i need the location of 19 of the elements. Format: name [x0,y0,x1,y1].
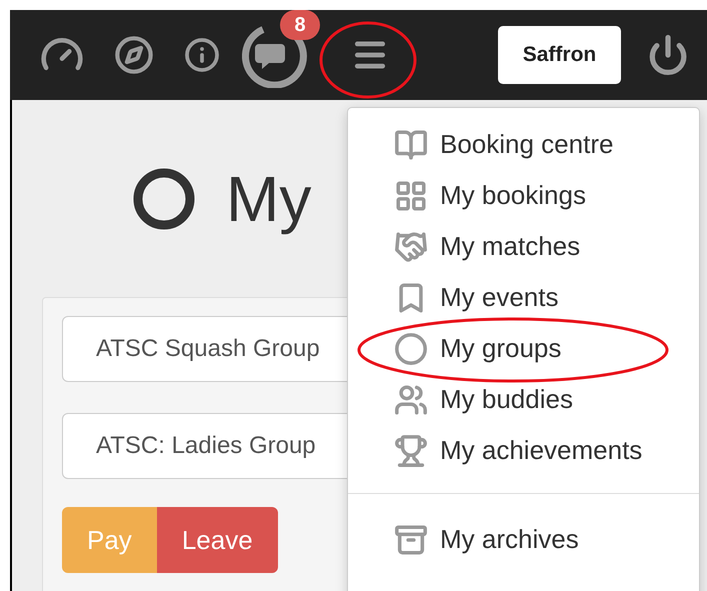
action-button[interactable]: Leave [156,507,278,573]
circle-icon [394,332,428,366]
grid-icon [394,178,428,212]
menu-item[interactable]: My archives [348,520,579,559]
menu-item[interactable]: Booking centre [348,125,614,164]
book-icon [394,128,428,162]
info-icon[interactable] [184,37,220,73]
user-button[interactable]: Saffron [498,26,621,84]
handshake-icon [394,230,428,264]
trophy-icon [394,434,428,468]
archive-box-icon [394,522,428,556]
power-icon[interactable] [647,34,689,76]
compass-icon[interactable] [114,35,154,75]
menu-item[interactable]: My matches [348,227,580,266]
circle-icon [132,167,196,231]
users-icon [394,382,428,416]
menu-item[interactable]: My bookings [348,176,586,215]
notification-badge: 8 [280,10,320,40]
menu-item[interactable]: My events [348,278,558,317]
